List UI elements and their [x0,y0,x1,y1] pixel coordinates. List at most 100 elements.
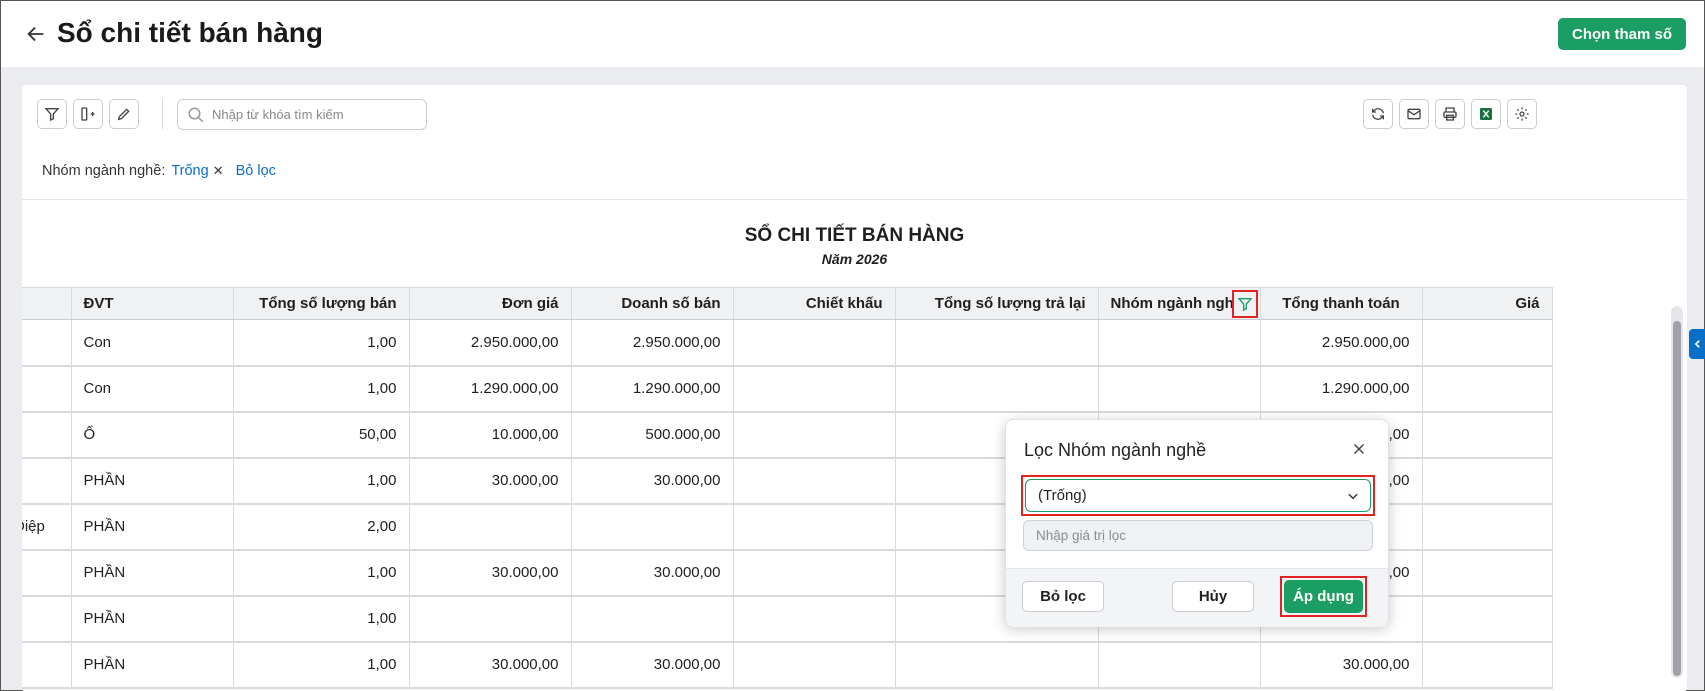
cancel-button[interactable]: Hủy [1172,581,1254,612]
edit-icon [117,108,130,121]
col-header-industry-group[interactable]: Nhóm ngành nghề [1098,287,1261,320]
table-cell [22,319,72,367]
col-header[interactable] [22,287,72,320]
mail-button[interactable] [1399,99,1429,129]
table-row[interactable]: Con 1,00 2.950.000,00 2.950.000,00 2.950.000… [22,319,1553,367]
col-header-returned-qty[interactable]: Tổng số lượng trả lại [895,287,1099,320]
table-cell: n [22,595,72,643]
table-cell [895,319,1099,367]
mail-icon [1407,108,1421,120]
filter-popup: Lọc Nhóm ngành nghề (Trống) Bỏ lọc Hủy Á… [1005,419,1389,627]
divider [22,199,1687,200]
table-cell [733,411,896,459]
insert-column-icon [81,107,95,121]
table-cell: PHẦN [71,549,234,597]
excel-icon [1480,108,1492,120]
table-cell: 1,00 [233,641,410,689]
table-cell [895,365,1099,413]
table-cell [22,549,72,597]
table-cell: 30.000,00 [571,457,734,505]
table-cell [733,595,896,643]
table-cell: 30.000,00 [409,641,572,689]
table-cell [895,641,1099,689]
settings-button[interactable] [1507,99,1537,129]
print-icon [1443,107,1457,121]
selected-value: (Trống) [1038,487,1087,504]
table-cell: 1.290.000,00 [409,365,572,413]
toolbar-divider [162,99,163,129]
vertical-scrollbar-thumb[interactable] [1673,321,1681,676]
table-cell: 2.950.000,00 [1260,319,1423,367]
table-cell [1098,319,1261,367]
close-icon[interactable] [1350,440,1368,458]
col-header-unit-price[interactable]: Đơn giá [409,287,572,320]
search-input[interactable] [212,100,422,129]
table-row[interactable]: Con 1,00 1.290.000,00 1.290.000,00 1.290.000… [22,365,1553,413]
table-cell [1422,595,1553,643]
table-cell: 30.000,00 [571,549,734,597]
table-cell: 2.950.000,00 [409,319,572,367]
apply-button[interactable]: Áp dụng [1284,580,1363,613]
apply-highlight: Áp dụng [1280,576,1367,617]
filter-value-select[interactable]: (Trống) [1025,479,1371,512]
side-panel-toggle[interactable] [1689,329,1705,359]
remove-chip-icon[interactable]: ✕ [213,163,224,179]
col-header-total-qty[interactable]: Tổng số lượng bán [233,287,410,320]
filter-chip[interactable]: Trống ✕ [171,163,223,179]
clear-filters-link[interactable]: Bỏ lọc [236,163,276,179]
clear-filter-button[interactable]: Bỏ lọc [1022,581,1104,612]
table-cell [733,319,896,367]
filter-label: Nhóm ngành nghề: [42,163,166,179]
excel-button[interactable] [1471,99,1501,129]
table-cell [1422,319,1553,367]
settings-icon [1515,107,1529,121]
refresh-button[interactable] [1363,99,1393,129]
table-cell: 30.000,00 [409,549,572,597]
table-cell [733,549,896,597]
table-cell: 50,00 [233,411,410,459]
table-cell: 500.000,00 [571,411,734,459]
print-button[interactable] [1435,99,1465,129]
table-cell [409,595,572,643]
table-row[interactable]: PHẦN1,0030.000,0030.000,0030.000,00 [22,641,1553,689]
popup-footer: Bỏ lọc Hủy Áp dụng [1006,568,1388,627]
table-cell: 30.000,00 [571,641,734,689]
search-box[interactable] [177,99,427,130]
report-table-viewport[interactable]: ĐVT Tổng số lượng bán Đơn giá Doanh số b… [22,287,1672,691]
table-cell [1422,411,1553,459]
table-cell: 1,00 [233,549,410,597]
col-header-total-payment[interactable]: Tổng thanh toán [1260,287,1423,320]
table-cell: Con [71,365,234,413]
table-cell: 2.950.000,00 [571,319,734,367]
col-header-unit[interactable]: ĐVT [71,287,234,320]
table-cell: PHẦN [71,503,234,551]
table-cell [1098,641,1261,689]
select-highlight: (Trống) [1021,475,1375,516]
table-cell [733,457,896,505]
insert-column-button[interactable] [73,99,103,129]
table-cell: 1,00 [233,319,410,367]
filter-icon [1237,298,1252,312]
column-filter-button[interactable] [1231,290,1258,318]
col-header-discount[interactable]: Chiết khấu [733,287,896,320]
filter-button[interactable] [37,99,67,129]
col-header-price[interactable]: Giá [1422,287,1553,320]
back-arrow-icon[interactable] [25,23,47,45]
table-cell [22,641,72,689]
table-cell: 1,00 [233,457,410,505]
table-cell: Điệp [22,503,72,551]
table-cell [409,503,572,551]
edit-button[interactable] [109,99,139,129]
filter-value-input[interactable] [1023,520,1373,551]
table-cell [1422,641,1553,689]
search-icon [188,107,204,123]
col-header-sales[interactable]: Doanh số bán [571,287,734,320]
table-cell: PHẦN [71,457,234,505]
active-filters: Nhóm ngành nghề: Trống ✕ Bỏ lọc [42,163,276,179]
report-subtitle: Năm 2026 [821,251,888,267]
table-cell: 1,00 [233,365,410,413]
table-header-row: ĐVT Tổng số lượng bán Đơn giá Doanh số b… [22,287,1553,320]
table-cell [1422,457,1553,505]
choose-parameters-button[interactable]: Chọn tham số [1558,18,1686,50]
table-cell: 1.290.000,00 [571,365,734,413]
